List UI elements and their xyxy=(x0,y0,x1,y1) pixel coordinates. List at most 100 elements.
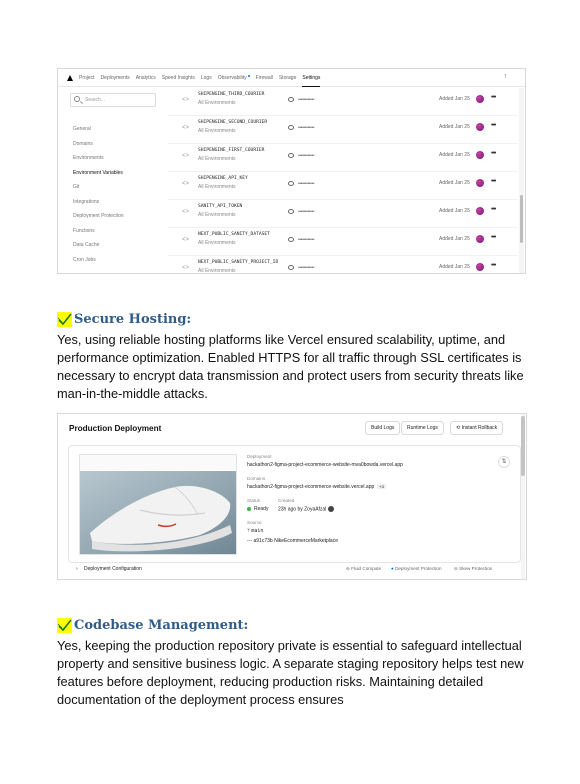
runtime-logs-button[interactable]: Runtime Logs xyxy=(401,421,444,435)
sidebar-item-deployment-protection[interactable]: Deployment Protection xyxy=(73,213,124,219)
more-options-icon[interactable]: ••• xyxy=(491,234,496,241)
deployment-url[interactable]: hackathon2-figma-project-ecommerce-websi… xyxy=(247,462,403,468)
chevron-right-icon[interactable]: › xyxy=(76,566,78,572)
redeploy-icon[interactable]: ⇅ xyxy=(498,456,510,468)
nav-logs[interactable]: Logs xyxy=(201,75,212,81)
code-icon: <> xyxy=(182,237,190,243)
env-variable-row[interactable]: <> NEXT_PUBLIC_SANITY_PROJECT_ID All Env… xyxy=(168,256,518,274)
env-variable-row[interactable]: <> NEXT_PUBLIC_SANITY_DATASET All Enviro… xyxy=(168,228,518,256)
avatar xyxy=(476,263,484,271)
nav-deployments[interactable]: Deployments xyxy=(101,75,130,81)
more-options-icon[interactable]: ••• xyxy=(491,94,496,101)
search-input[interactable]: Search... xyxy=(70,93,156,107)
variable-key: SHIPENGINE_SECOND_COURIER xyxy=(198,120,268,125)
variable-value: •••••••••••• xyxy=(298,181,315,187)
env-variable-row[interactable]: <> SHIPENGINE_API_KEY All Environments •… xyxy=(168,172,518,200)
nav-storage[interactable]: Storage xyxy=(279,75,297,81)
env-variable-row[interactable]: <> SANITY_API_TOKEN All Environments •••… xyxy=(168,200,518,228)
fluid-compute-status: ⊖ Fluid Compute xyxy=(346,566,382,571)
variable-value: •••••••••••• xyxy=(298,237,315,243)
sidebar-item-environment-variables[interactable]: Environment Variables xyxy=(73,170,123,176)
code-icon: <> xyxy=(182,97,190,103)
scrollbar[interactable] xyxy=(521,414,525,579)
variable-value: •••••••••••• xyxy=(298,209,315,215)
added-date: Added Jan 25 xyxy=(439,96,470,102)
eye-icon[interactable] xyxy=(288,237,294,242)
deployment-configuration-toggle[interactable]: Deployment Configuration xyxy=(84,566,142,572)
eye-icon[interactable] xyxy=(288,209,294,214)
code-icon: <> xyxy=(182,153,190,159)
env-variable-row[interactable]: <> SHIPENGINE_THIRD_COURIER All Environm… xyxy=(168,88,518,116)
search-icon xyxy=(74,96,80,102)
eye-icon[interactable] xyxy=(288,125,294,130)
env-variable-row[interactable]: <> SHIPENGINE_FIRST_COURIER All Environm… xyxy=(168,144,518,172)
variable-key: SHIPENGINE_THIRD_COURIER xyxy=(198,92,265,97)
eye-icon[interactable] xyxy=(288,181,294,186)
domain-link[interactable]: hackathon2-figma-project-ecommerce-websi… xyxy=(247,484,386,490)
variable-value: •••••••••••• xyxy=(298,97,315,103)
more-options-icon[interactable]: ••• xyxy=(491,178,496,185)
instant-rollback-button[interactable]: ⟲ Instant Rollback xyxy=(450,421,504,435)
settings-sidebar: Search... General Domains Environments E… xyxy=(58,88,168,273)
eye-icon[interactable] xyxy=(288,153,294,158)
code-icon: <> xyxy=(182,265,190,271)
avatar xyxy=(476,95,484,103)
arrow-up-icon[interactable]: ↑ xyxy=(504,73,508,80)
variable-environment: All Environments xyxy=(198,156,236,162)
added-date: Added Jan 25 xyxy=(439,236,470,242)
variable-key: NEXT_PUBLIC_SANITY_PROJECT_ID xyxy=(198,260,279,265)
eye-icon[interactable] xyxy=(288,97,294,102)
created-label: Created xyxy=(278,498,295,503)
nav-firewall[interactable]: Firewall xyxy=(256,75,273,81)
variable-key: SANITY_API_TOKEN xyxy=(198,204,243,209)
nav-settings[interactable]: Settings xyxy=(302,75,321,87)
top-nav: Project Deployments Analytics Speed Insi… xyxy=(58,69,525,87)
production-deployment-screenshot: Production Deployment Build Logs Runtime… xyxy=(57,413,527,580)
scrollbar-thumb[interactable] xyxy=(521,416,525,476)
eye-icon[interactable] xyxy=(288,265,294,270)
sidebar-item-general[interactable]: General xyxy=(73,126,91,132)
sidebar-item-functions[interactable]: Functions xyxy=(73,228,95,234)
nav-project[interactable]: Project xyxy=(79,75,95,81)
section-heading-codebase-management: Codebase Management: xyxy=(57,618,248,633)
scrollbar[interactable] xyxy=(519,88,524,273)
status-label: Status xyxy=(247,498,261,503)
env-variable-list: <> SHIPENGINE_THIRD_COURIER All Environm… xyxy=(168,88,518,274)
more-options-icon[interactable]: ••• xyxy=(491,206,496,213)
sidebar-item-integrations[interactable]: Integrations xyxy=(73,199,99,205)
variable-environment: All Environments xyxy=(198,100,236,106)
deployment-protection-status: ● Deployment Protection xyxy=(391,566,442,571)
nav-observability[interactable]: Observability xyxy=(218,74,250,81)
nav-analytics[interactable]: Analytics xyxy=(136,75,156,81)
branch-name[interactable]: ᛘ main xyxy=(247,528,263,534)
deployment-card: ⇅ Deployment hackathon2-figma-project-ec… xyxy=(68,445,521,563)
variable-environment: All Environments xyxy=(198,184,236,190)
build-logs-button[interactable]: Build Logs xyxy=(365,421,401,435)
new-dot-icon xyxy=(247,74,250,77)
added-date: Added Jan 25 xyxy=(439,124,470,130)
added-date: Added Jan 25 xyxy=(439,264,470,270)
paragraph-secure-hosting: Yes, using reliable hosting platforms li… xyxy=(57,332,524,401)
sidebar-item-git[interactable]: Git xyxy=(73,184,79,190)
added-date: Added Jan 25 xyxy=(439,180,470,186)
variable-environment: All Environments xyxy=(198,268,236,274)
sidebar-item-data-cache[interactable]: Data Cache xyxy=(73,242,99,248)
more-options-icon[interactable]: ••• xyxy=(491,262,496,269)
scrollbar-thumb[interactable] xyxy=(520,195,523,243)
avatar xyxy=(476,179,484,187)
deployment-label: Deployment xyxy=(247,454,272,459)
paragraph-codebase-management: Yes, keeping the production repository p… xyxy=(57,638,524,707)
deployment-preview-image[interactable] xyxy=(79,454,237,555)
commit-info[interactable]: -◦- a91c73b NikeEcommerceMarketplace xyxy=(247,538,338,544)
sidebar-item-cron-jobs[interactable]: Cron Jobs xyxy=(73,257,96,263)
more-options-icon[interactable]: ••• xyxy=(491,150,496,157)
nav-speed-insights[interactable]: Speed Insights xyxy=(162,75,195,81)
sidebar-item-environments[interactable]: Environments xyxy=(73,155,104,161)
env-variable-row[interactable]: <> SHIPENGINE_SECOND_COURIER All Environ… xyxy=(168,116,518,144)
sidebar-item-domains[interactable]: Domains xyxy=(73,141,93,147)
more-domains-badge[interactable]: +3 xyxy=(377,484,386,489)
added-date: Added Jan 25 xyxy=(439,208,470,214)
more-options-icon[interactable]: ••• xyxy=(491,122,496,129)
variable-key: SHIPENGINE_FIRST_COURIER xyxy=(198,148,265,153)
avatar xyxy=(327,506,334,512)
